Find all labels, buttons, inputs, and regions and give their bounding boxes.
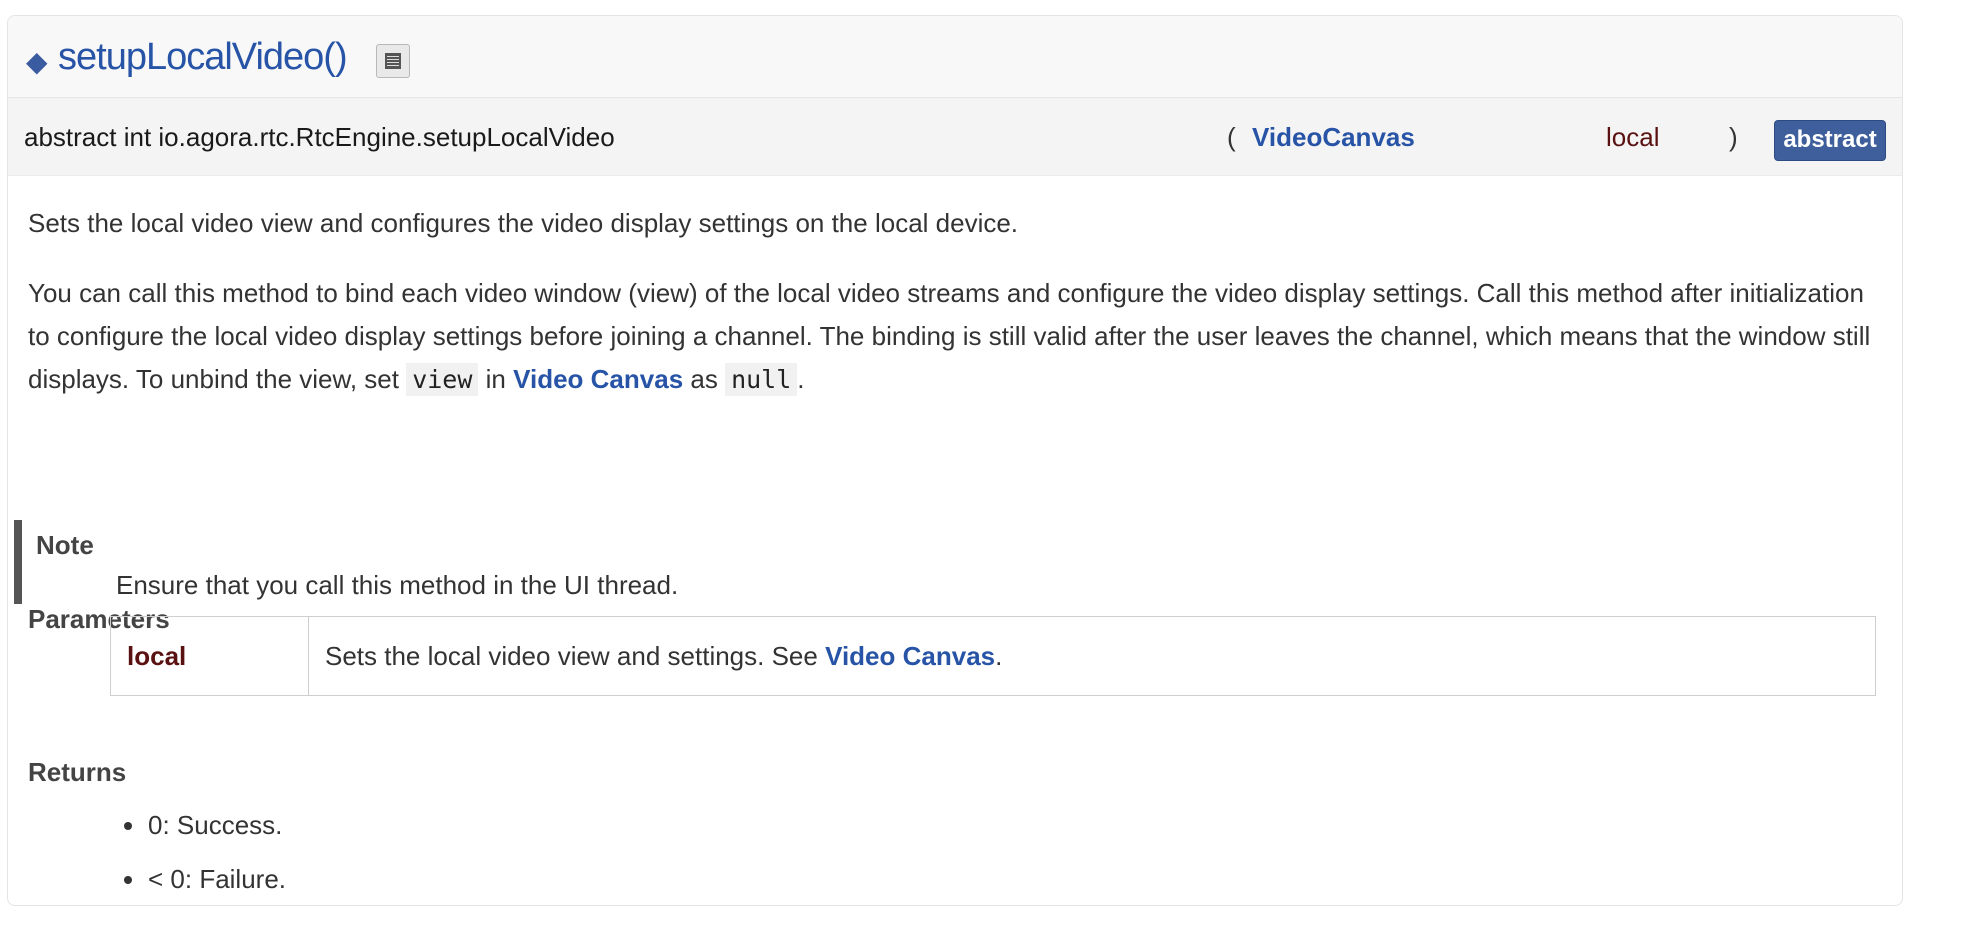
method-doc-card: ◆ setupLocalVideo() abstract int io.agor… [7,15,1903,906]
inline-code-view: view [406,363,479,396]
return-value: 0: Success. [148,810,283,840]
param-desc-suffix: . [995,641,1003,671]
paren-close: ) [1729,122,1738,152]
method-title: setupLocalVideo() [58,36,348,78]
detail-text-4: . [797,364,805,394]
param-video-canvas-link[interactable]: Video Canvas [825,641,995,671]
param-cell-description: Sets the local video view and settings. … [309,617,1002,695]
parameters-table: local Sets the local video view and sett… [110,616,1876,696]
detail-text-1: You can call this method to bind each vi… [28,278,1871,394]
bullet-icon [124,876,132,884]
prototype-signature: abstract int io.agora.rtc.RtcEngine.setu… [24,122,615,152]
param-type-link[interactable]: VideoCanvas [1252,122,1415,153]
list-item: < 0: Failure. [116,858,287,905]
note-block: Note Ensure that you call this method in… [14,520,1864,604]
param-cell-name: local [111,617,309,695]
return-value: < 0: Failure. [148,864,287,894]
detail-text-3: as [683,364,726,394]
abstract-badge: abstract [1774,120,1886,161]
returns-list: 0: Success. < 0: Failure. [116,804,287,905]
paren-open: ( [1227,122,1236,152]
diamond-icon: ◆ [26,46,48,77]
returns-heading: Returns [28,757,127,787]
param-desc-text: Sets the local video view and settings. … [325,641,826,671]
method-prototype: abstract int io.agora.rtc.RtcEngine.setu… [8,98,1902,176]
list-item: 0: Success. [116,804,286,858]
video-canvas-link[interactable]: Video Canvas [513,364,683,394]
detailed-description: You can call this method to bind each vi… [28,272,1878,401]
method-title-bar: ◆ setupLocalVideo() [8,16,1902,98]
inline-code-null: null [725,363,798,396]
document-icon[interactable] [376,44,410,78]
note-title: Note [36,530,94,560]
brief-description: Sets the local video view and configures… [28,208,1019,238]
bullet-icon [124,822,132,830]
note-text: Ensure that you call this method in the … [116,570,679,600]
param-name: local [1606,122,1660,152]
detail-text-2: in [478,364,514,394]
